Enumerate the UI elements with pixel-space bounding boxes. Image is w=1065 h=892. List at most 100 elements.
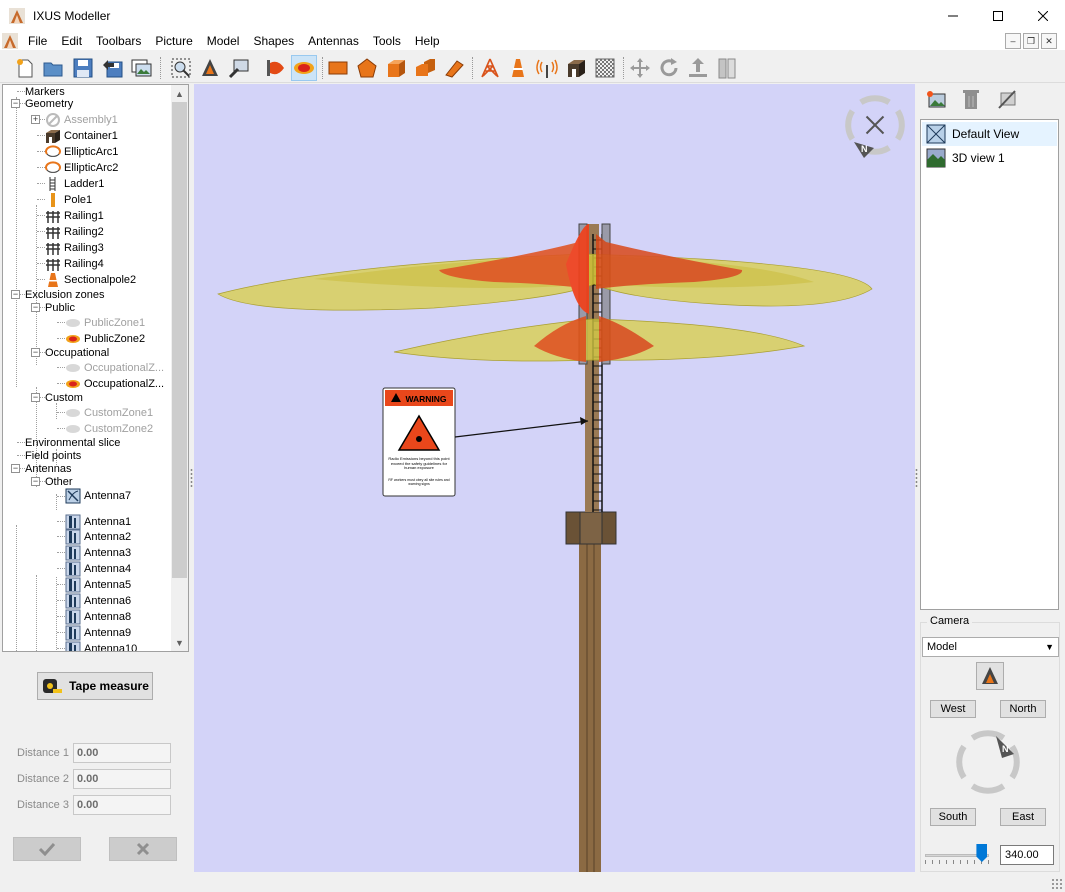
camera-view-button[interactable]	[197, 55, 223, 81]
new-view-button[interactable]	[924, 87, 948, 111]
mdi-close-button[interactable]: ✕	[1041, 33, 1057, 49]
tree-node[interactable]: Assembly1	[45, 112, 118, 127]
antenna-button[interactable]	[534, 55, 560, 81]
west-button[interactable]: West	[930, 700, 976, 718]
south-button[interactable]: South	[930, 808, 976, 826]
rectangle-shape-button[interactable]	[325, 55, 351, 81]
minimize-button[interactable]	[930, 0, 975, 31]
polygon-shape-button[interactable]	[354, 55, 380, 81]
menu-antennas[interactable]: Antennas	[302, 31, 367, 51]
new-file-button[interactable]	[12, 55, 38, 81]
maximize-button[interactable]	[975, 0, 1020, 31]
save-button[interactable]	[70, 55, 96, 81]
texture-button[interactable]	[592, 55, 618, 81]
tree-node[interactable]: Ladder1	[45, 176, 104, 191]
tree-node[interactable]: Antenna8	[65, 609, 131, 624]
container-button[interactable]	[563, 55, 589, 81]
slab-shape-button[interactable]	[441, 55, 467, 81]
collapse-icon[interactable]: −	[11, 290, 20, 299]
extrude-shape-button[interactable]	[412, 55, 438, 81]
tree-node[interactable]: EllipticArc1	[45, 144, 118, 158]
lift-button[interactable]	[685, 55, 711, 81]
tree-node[interactable]: Railing4	[45, 257, 104, 271]
box-shape-button[interactable]	[383, 55, 409, 81]
menu-file[interactable]: File	[22, 31, 55, 51]
tree-node[interactable]: Antennas	[25, 462, 71, 475]
zoom-select-button[interactable]	[168, 55, 194, 81]
tree-node[interactable]: Antenna7	[65, 488, 131, 503]
edit-view-button[interactable]	[995, 87, 1019, 111]
collapse-icon[interactable]: −	[31, 348, 40, 357]
tree-node[interactable]: Railing2	[45, 225, 104, 239]
camera-position-button[interactable]	[976, 662, 1004, 690]
collapse-icon[interactable]: −	[11, 99, 20, 108]
menu-model[interactable]: Model	[201, 31, 248, 51]
tree-node[interactable]: Railing3	[45, 241, 104, 255]
mdi-restore-button[interactable]: ❐	[1023, 33, 1039, 49]
tree-node[interactable]: PublicZone1	[65, 316, 145, 329]
collapse-icon[interactable]: −	[31, 303, 40, 312]
tree-node[interactable]: Sectionalpole2	[45, 272, 136, 287]
tree-node[interactable]: Other	[45, 475, 73, 488]
tree-node[interactable]: Antenna9	[65, 625, 131, 640]
tree-node[interactable]: Occupational	[45, 346, 109, 359]
tree-node[interactable]: Antenna4	[65, 561, 131, 576]
viewport-compass-icon[interactable]	[838, 88, 912, 162]
tree-node[interactable]: Antenna2	[65, 529, 131, 544]
mdi-minimize-button[interactable]: –	[1005, 33, 1021, 49]
tower-button[interactable]	[477, 55, 503, 81]
menu-help[interactable]: Help	[409, 31, 448, 51]
exclusion-zone-button[interactable]	[291, 55, 317, 81]
tape-measure-button[interactable]: Tape measure	[37, 672, 153, 700]
view-item-default[interactable]: Default View	[922, 122, 1057, 146]
menu-edit[interactable]: Edit	[55, 31, 90, 51]
tree-node[interactable]: Railing1	[45, 209, 104, 223]
tree-node[interactable]: Field points	[25, 449, 81, 462]
tree-node[interactable]: Container1	[45, 129, 118, 143]
tree-node[interactable]: OccupationalZ...	[65, 361, 164, 374]
3d-viewport[interactable]: WARNING Radio Emissions beyond this poin…	[194, 84, 915, 872]
left-splitter-handle[interactable]	[190, 468, 193, 488]
render-options-button[interactable]	[226, 55, 252, 81]
expand-icon[interactable]: +	[31, 115, 40, 124]
save-as-button[interactable]	[99, 55, 125, 81]
rotate-button[interactable]	[656, 55, 682, 81]
tree-node[interactable]: Environmental slice	[25, 436, 120, 449]
sectional-pole-button[interactable]	[505, 55, 531, 81]
north-button[interactable]: North	[1000, 700, 1046, 718]
menu-toolbars[interactable]: Toolbars	[90, 31, 149, 51]
move-button[interactable]	[627, 55, 653, 81]
tree-node[interactable]: OccupationalZ...	[65, 377, 164, 390]
east-button[interactable]: East	[1000, 808, 1046, 826]
tree-node[interactable]: Exclusion zones	[25, 288, 105, 301]
zone-color-button[interactable]	[262, 55, 288, 81]
tree-node[interactable]: PublicZone2	[65, 332, 145, 345]
tree-scrollbar[interactable]: ▲ ▼	[171, 85, 188, 651]
tree-node[interactable]: Antenna6	[65, 593, 131, 608]
tree-node[interactable]: Geometry	[25, 97, 73, 110]
tree-node[interactable]: EllipticArc2	[45, 160, 118, 174]
menu-shapes[interactable]: Shapes	[247, 31, 302, 51]
tree-node[interactable]: CustomZone2	[65, 422, 153, 435]
tree-node[interactable]: Antenna5	[65, 577, 131, 592]
menu-picture[interactable]: Picture	[149, 31, 200, 51]
open-button[interactable]	[40, 55, 66, 81]
tree-node[interactable]: Antenna3	[65, 545, 131, 560]
camera-compass-icon[interactable]: N	[953, 727, 1023, 797]
document-icon[interactable]	[2, 32, 18, 49]
menu-tools[interactable]: Tools	[367, 31, 409, 51]
resize-grip[interactable]	[1051, 878, 1063, 890]
tree-node[interactable]: Custom	[45, 391, 83, 404]
scroll-down-icon[interactable]: ▼	[171, 634, 188, 651]
view-item-3d-view-1[interactable]: 3D view 1	[922, 146, 1057, 170]
tree-node[interactable]: Antenna1	[65, 514, 131, 529]
scroll-thumb[interactable]	[172, 102, 187, 578]
export-images-button[interactable]	[128, 55, 154, 81]
camera-mode-select[interactable]: Model ▼	[922, 637, 1059, 657]
panel-button[interactable]	[714, 55, 740, 81]
tree-node[interactable]: CustomZone1	[65, 406, 153, 419]
confirm-button[interactable]	[13, 837, 81, 861]
collapse-icon[interactable]: −	[31, 477, 40, 486]
tree-node[interactable]: Public	[45, 301, 75, 314]
delete-view-button[interactable]	[959, 87, 983, 111]
